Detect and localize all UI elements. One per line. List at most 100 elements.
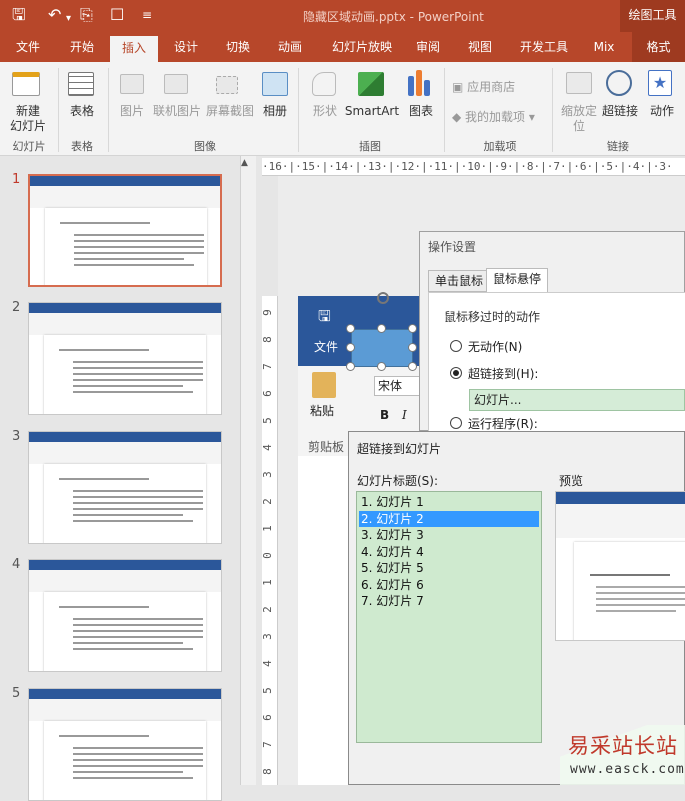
action-icon: ★ [648, 70, 672, 96]
scroll-up-icon[interactable]: ▲ [241, 158, 248, 168]
radio-no-action[interactable] [450, 340, 462, 352]
screenshot-button[interactable]: 屏幕截图 [204, 104, 256, 119]
smartart-button[interactable]: SmartArt [344, 104, 400, 119]
ruler-tick-label: 8 [262, 768, 274, 775]
ruler-tick-label: 3 [262, 633, 274, 640]
resize-handle[interactable] [346, 324, 355, 333]
my-addins-button[interactable]: ◆ 我的加载项 ▾ [452, 110, 544, 125]
slide-thumbnail[interactable] [28, 559, 222, 672]
radio-run-program[interactable] [450, 417, 462, 429]
ruler-tick-label: 6 [262, 390, 274, 397]
slide-title-list[interactable]: 1. 幻灯片 1 2. 幻灯片 2 3. 幻灯片 3 4. 幻灯片 4 5. 幻灯片 5… [356, 491, 542, 743]
tab-mix[interactable]: Mix [586, 32, 622, 62]
slide-list-item[interactable]: 7. 幻灯片 7 [359, 593, 539, 609]
tab-developer[interactable]: 开发工具 [512, 32, 576, 62]
shapes-button[interactable]: 形状 [308, 104, 342, 119]
tab-insert[interactable]: 插入 [110, 36, 158, 62]
start-from-beginning-icon[interactable]: ⎘ [80, 6, 93, 24]
chart-button[interactable]: 图表 [404, 104, 438, 119]
online-picture-button[interactable]: 联机图片 [150, 104, 204, 119]
radio-hyperlink[interactable] [450, 367, 462, 379]
radio-hyperlink-label[interactable]: 超链接到(H): [468, 365, 538, 382]
zoom-button[interactable]: 缩放定 位 [556, 104, 602, 134]
undo-icon[interactable]: ↶ [48, 6, 61, 24]
tab-view[interactable]: 视图 [460, 32, 500, 62]
slide-thumbnail[interactable] [28, 688, 222, 801]
slide-list-item[interactable]: 6. 幻灯片 6 [359, 577, 539, 593]
tab-review[interactable]: 审阅 [408, 32, 448, 62]
resize-handle[interactable] [346, 343, 355, 352]
ruler-tick-label: 1 [262, 579, 274, 586]
ruler-tick-label: 2 [262, 606, 274, 613]
tab-mouse-over[interactable]: 鼠标悬停 [486, 268, 549, 293]
tab-mouse-click[interactable]: 单击鼠标 [428, 270, 491, 292]
album-button[interactable]: 相册 [258, 104, 292, 119]
resize-handle[interactable] [346, 362, 355, 371]
section-label: 鼠标移过时的动作 [444, 310, 541, 324]
slide-number: 1 [12, 172, 21, 187]
table-icon [68, 72, 94, 96]
action-button[interactable]: 动作 [644, 104, 680, 119]
radio-no-action-label[interactable]: 无动作(N) [468, 338, 522, 355]
new-slide-icon [12, 72, 40, 96]
shapes-icon [312, 72, 336, 96]
ribbon: 新建 幻灯片 表格 图片 联机图片 屏幕截图 相册 形状 SmartArt 图表… [0, 62, 685, 156]
slide-number: 3 [12, 429, 21, 444]
smartart-icon [358, 72, 384, 96]
slide-thumbnail[interactable] [28, 302, 222, 415]
ruler-tick-label: 9 [262, 309, 274, 316]
title-bar: 🖫 ↶ ▾ ⎘ ☐ ≡ 隐藏区域动画.pptx - PowerPoint 绘图工… [0, 0, 685, 32]
dialog-title: 操作设置 [428, 240, 477, 254]
tab-animations[interactable]: 动画 [268, 32, 312, 62]
dialog-title: 超链接到幻灯片 [357, 442, 442, 456]
tab-file[interactable]: 文件 [6, 32, 50, 62]
ruler-tick-label: 7 [262, 363, 274, 370]
slide-thumbnail[interactable] [28, 431, 222, 544]
slide-number: 2 [12, 300, 21, 315]
addins-icon: ◆ [452, 110, 466, 124]
hyperlink-icon [606, 70, 632, 96]
chart-icon [408, 76, 414, 96]
ruler-tick-label: 0 [262, 552, 274, 559]
undo-dropdown-icon[interactable]: ▾ [66, 10, 71, 28]
new-file-icon[interactable]: ☐ [110, 6, 124, 24]
hyperlink-target-select[interactable]: 幻灯片... [469, 389, 685, 411]
resize-handle[interactable] [408, 343, 417, 352]
slide-list-item[interactable]: 1. 幻灯片 1 [359, 494, 539, 510]
ruler-tick-label: 2 [262, 498, 274, 505]
screenshot-icon [216, 76, 238, 94]
ruler-tick-label: 4 [262, 660, 274, 667]
slide-paste-icon [312, 372, 336, 398]
ruler-tick-label: 5 [262, 687, 274, 694]
picture-button[interactable]: 图片 [114, 104, 150, 119]
save-icon[interactable]: 🖫 [12, 6, 26, 24]
slide-bold: B [380, 408, 390, 422]
slide-number: 5 [12, 686, 21, 701]
resize-handle[interactable] [408, 324, 417, 333]
slide-list-item[interactable]: 2. 幻灯片 2 [359, 510, 539, 527]
resize-handle[interactable] [377, 324, 386, 333]
slide-list-item[interactable]: 5. 幻灯片 5 [359, 560, 539, 576]
slide-thumbnail[interactable] [28, 174, 222, 287]
thumbnails-scrollbar[interactable] [240, 156, 256, 785]
tab-format[interactable]: 格式 [632, 32, 685, 62]
hyperlink-button[interactable]: 超链接 [598, 104, 642, 119]
tab-slideshow[interactable]: 幻灯片放映 [320, 32, 404, 62]
tab-home[interactable]: 开始 [60, 32, 104, 62]
resize-handle[interactable] [408, 362, 417, 371]
slide-list-item[interactable]: 4. 幻灯片 4 [359, 544, 539, 560]
ribbon-tabs: 文件 开始 插入 设计 切换 动画 幻灯片放映 审阅 视图 开发工具 Mix 格… [0, 32, 685, 62]
tab-design[interactable]: 设计 [164, 32, 208, 62]
new-slide-button[interactable]: 新建 幻灯片 [2, 104, 54, 134]
tab-transitions[interactable]: 切换 [216, 32, 260, 62]
watermark-url: www.easck.com [570, 762, 685, 777]
radio-run-program-label[interactable]: 运行程序(R): [468, 415, 538, 432]
ruler-tick-label: 1 [262, 525, 274, 532]
table-button[interactable]: 表格 [62, 104, 102, 119]
resize-handle[interactable] [377, 362, 386, 371]
customize-toolbar-icon[interactable]: ≡ [142, 6, 152, 24]
slide-list-item[interactable]: 3. 幻灯片 3 [359, 527, 539, 543]
preview-label: 预览 [559, 474, 584, 488]
app-store-button[interactable]: ▣ 应用商店 [452, 80, 524, 95]
rotate-handle-icon[interactable] [377, 292, 389, 304]
